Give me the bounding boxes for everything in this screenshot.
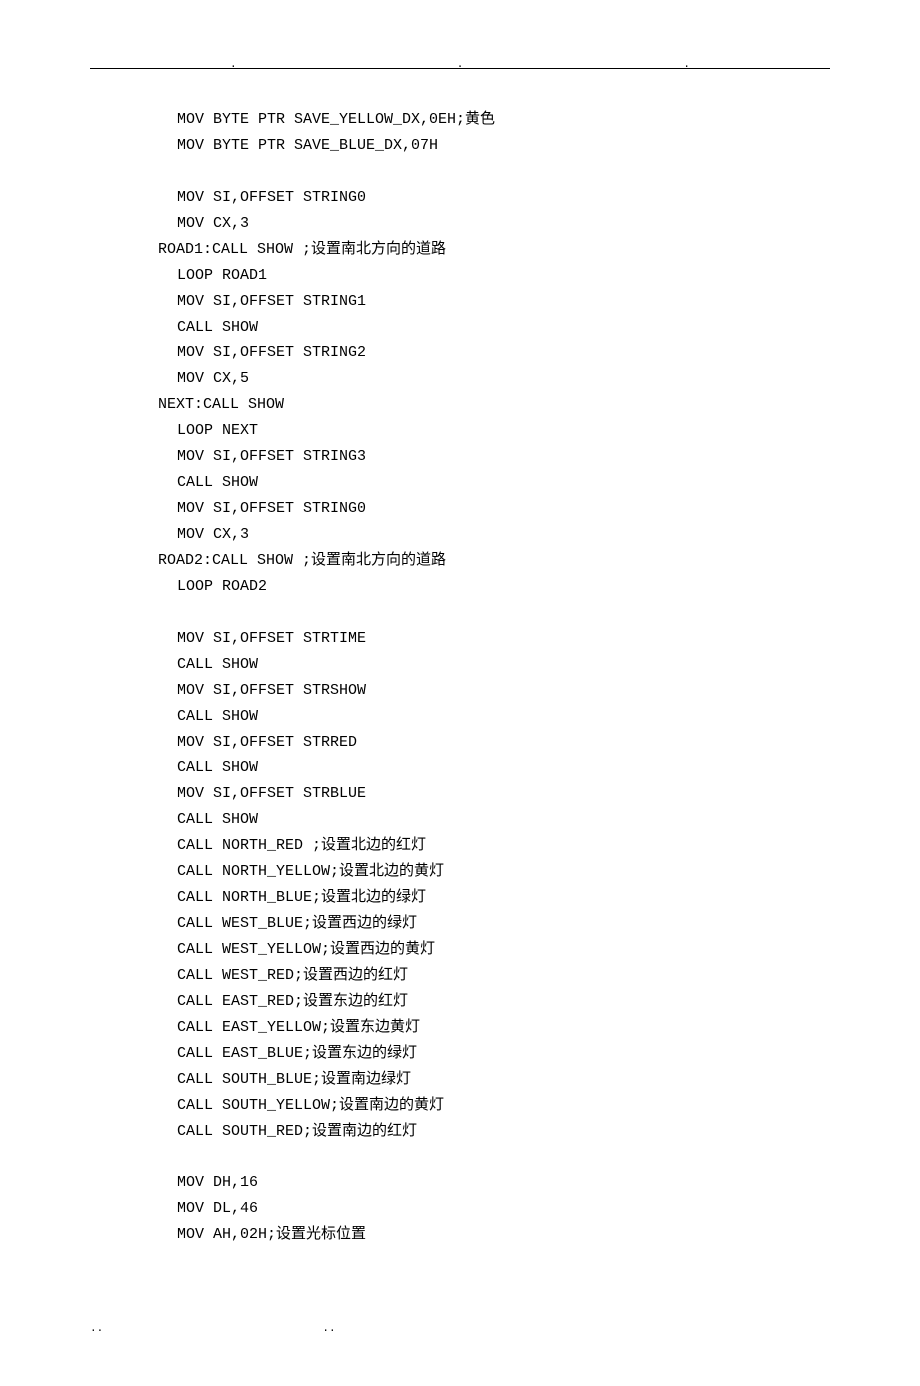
footer-marks: .. .. <box>90 1318 830 1336</box>
header-dot-1: . <box>230 59 237 71</box>
code-line <box>90 600 830 626</box>
code-line: MOV SI,OFFSET STRING0 <box>90 185 830 211</box>
header-dot-3: . <box>683 59 690 71</box>
code-line: CALL NORTH_YELLOW;设置北边的黄灯 <box>90 859 830 885</box>
code-line: CALL EAST_RED;设置东边的红灯 <box>90 989 830 1015</box>
footer-dot-2: .. <box>322 1323 335 1335</box>
code-line: MOV DH,16 <box>90 1170 830 1196</box>
code-line: CALL NORTH_BLUE;设置北边的绿灯 <box>90 885 830 911</box>
code-line: ROAD1:CALL SHOW ;设置南北方向的道路 <box>90 237 830 263</box>
code-line: MOV BYTE PTR SAVE_YELLOW_DX,0EH;黄色 <box>90 107 830 133</box>
code-line: MOV SI,OFFSET STRING1 <box>90 289 830 315</box>
code-line: CALL NORTH_RED ;设置北边的红灯 <box>90 833 830 859</box>
header-dot-2: . <box>457 59 464 71</box>
code-line: NEXT:CALL SHOW <box>90 392 830 418</box>
code-line: MOV SI,OFFSET STRSHOW <box>90 678 830 704</box>
code-line: MOV CX,3 <box>90 522 830 548</box>
code-line: MOV AH,02H;设置光标位置 <box>90 1222 830 1248</box>
code-line: MOV DL,46 <box>90 1196 830 1222</box>
code-line: CALL SHOW <box>90 704 830 730</box>
code-line: MOV SI,OFFSET STRING2 <box>90 340 830 366</box>
code-block: MOV BYTE PTR SAVE_YELLOW_DX,0EH;黄色 MOV B… <box>90 107 830 1248</box>
code-line: CALL SHOW <box>90 652 830 678</box>
code-line: CALL WEST_YELLOW;设置西边的黄灯 <box>90 937 830 963</box>
code-line: MOV CX,3 <box>90 211 830 237</box>
code-line: MOV CX,5 <box>90 366 830 392</box>
code-line: LOOP NEXT <box>90 418 830 444</box>
code-line: CALL SHOW <box>90 807 830 833</box>
code-line: CALL WEST_RED;设置西边的红灯 <box>90 963 830 989</box>
document-page: . . . MOV BYTE PTR SAVE_YELLOW_DX,0EH;黄色… <box>0 0 920 1386</box>
code-line: MOV BYTE PTR SAVE_BLUE_DX,07H <box>90 133 830 159</box>
code-line: LOOP ROAD2 <box>90 574 830 600</box>
code-line: CALL EAST_YELLOW;设置东边黄灯 <box>90 1015 830 1041</box>
code-line: MOV SI,OFFSET STRING3 <box>90 444 830 470</box>
code-line: CALL SOUTH_YELLOW;设置南边的黄灯 <box>90 1093 830 1119</box>
code-line: ROAD2:CALL SHOW ;设置南北方向的道路 <box>90 548 830 574</box>
code-line: CALL SHOW <box>90 315 830 341</box>
code-line <box>90 159 830 185</box>
code-line: CALL EAST_BLUE;设置东边的绿灯 <box>90 1041 830 1067</box>
footer-dot-1: .. <box>90 1323 103 1335</box>
code-line: CALL SHOW <box>90 755 830 781</box>
code-line: CALL SOUTH_RED;设置南边的红灯 <box>90 1119 830 1145</box>
code-line: MOV SI,OFFSET STRRED <box>90 730 830 756</box>
code-line: MOV SI,OFFSET STRTIME <box>90 626 830 652</box>
code-line: MOV SI,OFFSET STRING0 <box>90 496 830 522</box>
code-line: LOOP ROAD1 <box>90 263 830 289</box>
header-marks: . . . <box>90 59 830 71</box>
code-line: CALL SHOW <box>90 470 830 496</box>
code-line <box>90 1145 830 1171</box>
header-divider: . . . <box>90 68 830 69</box>
code-line: CALL WEST_BLUE;设置西边的绿灯 <box>90 911 830 937</box>
code-line: CALL SOUTH_BLUE;设置南边绿灯 <box>90 1067 830 1093</box>
code-line: MOV SI,OFFSET STRBLUE <box>90 781 830 807</box>
